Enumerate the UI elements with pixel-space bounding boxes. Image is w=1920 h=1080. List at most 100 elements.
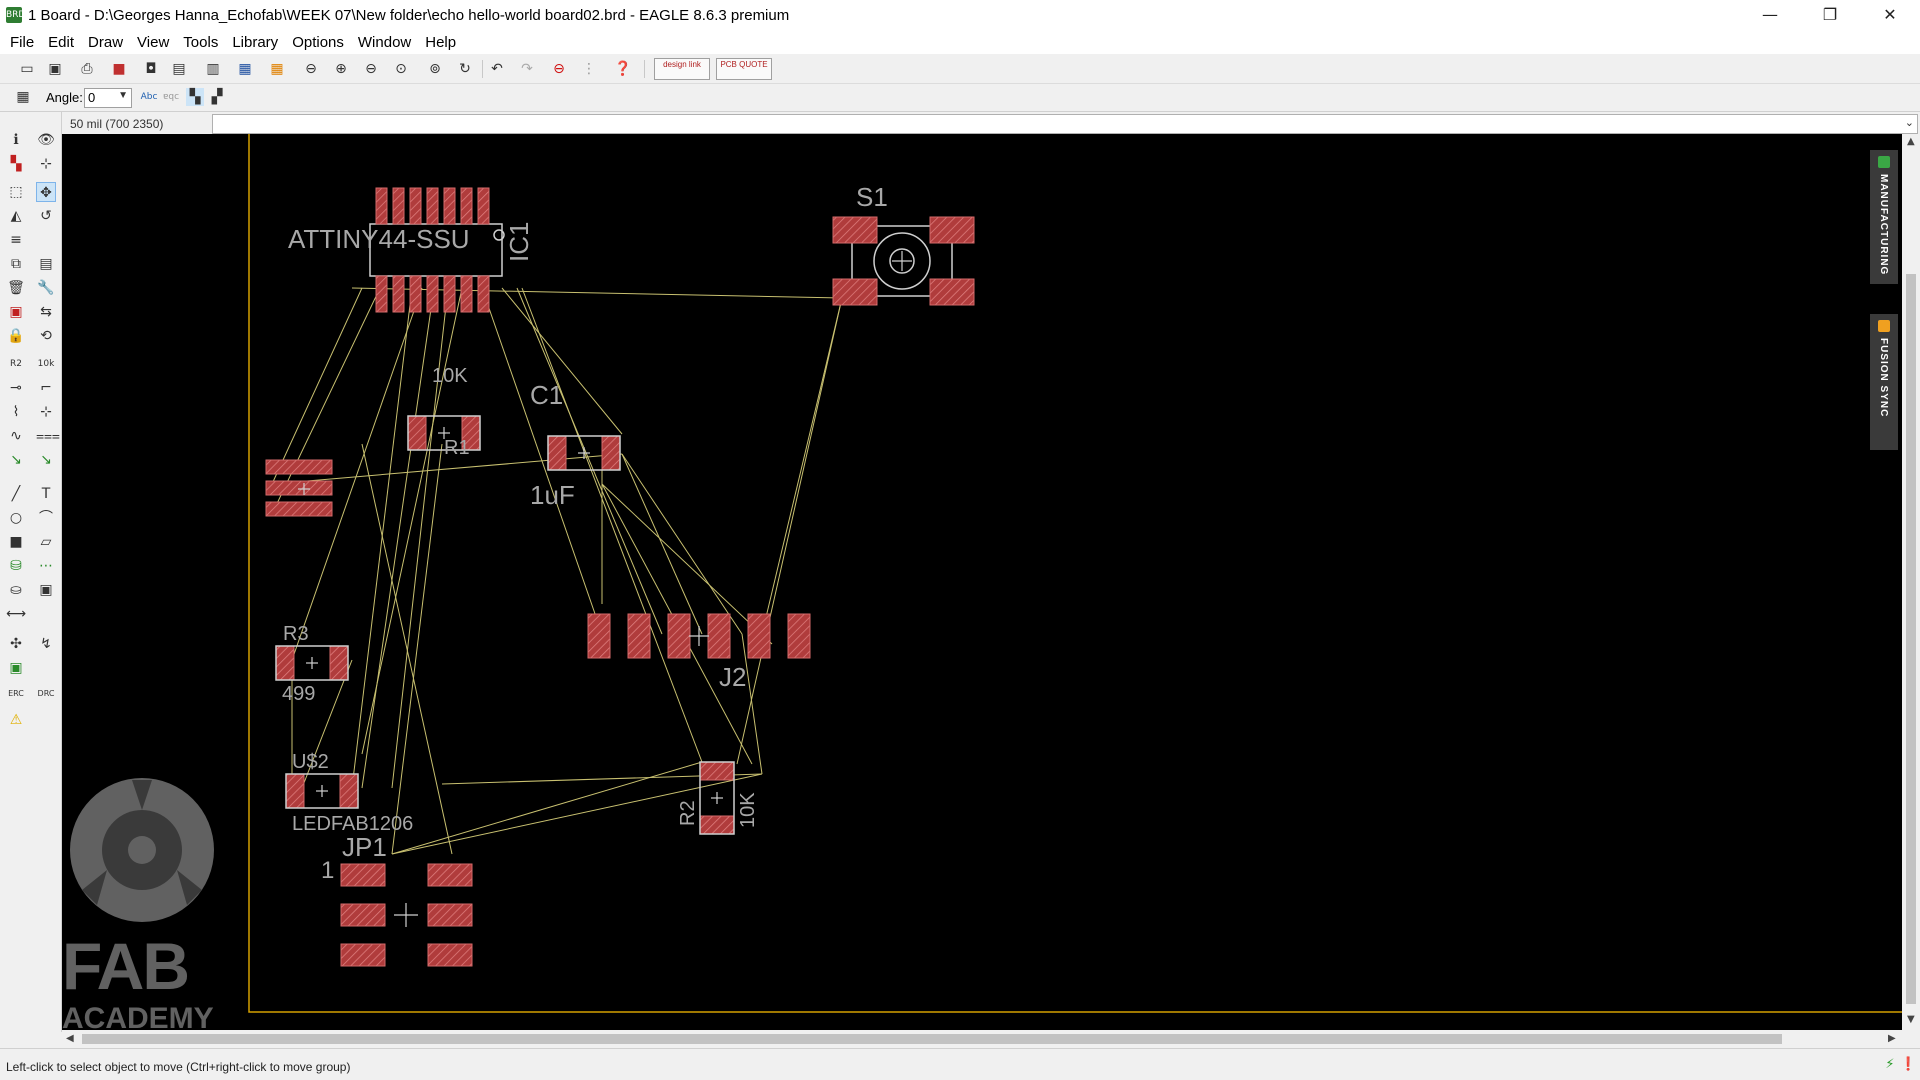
menu-edit[interactable]: Edit xyxy=(42,30,80,54)
scroll-left-icon[interactable]: ◀ xyxy=(66,1033,74,1044)
dimension-icon[interactable]: ⟷ xyxy=(6,604,26,624)
close-button[interactable]: ✕ xyxy=(1860,0,1920,30)
pcb-quote-button[interactable]: PCB QUOTE xyxy=(716,58,772,80)
board-canvas[interactable]: ATTINY44-SSU IC1 S1 10K R1 C1 1uF J2 R3 … xyxy=(62,134,1902,1030)
menu-file[interactable]: File xyxy=(4,30,40,54)
group-icon[interactable]: ⬚ xyxy=(6,182,26,202)
mirror-text-icon[interactable]: Abc xyxy=(140,88,158,106)
text-icon[interactable]: T xyxy=(36,484,56,504)
zoom-out-icon[interactable]: ⊖ xyxy=(362,60,380,78)
redo-icon[interactable]: ↷ xyxy=(518,60,536,78)
polygon-icon[interactable]: ▱ xyxy=(36,532,56,552)
via-icon[interactable]: ⛁ xyxy=(6,556,26,576)
menu-options[interactable]: Options xyxy=(286,30,350,54)
help-icon[interactable]: ❓ xyxy=(614,60,632,78)
zoom-area-icon[interactable]: ⊚ xyxy=(426,60,444,78)
drc-icon[interactable]: DRC xyxy=(36,684,56,704)
zoom-in-icon[interactable]: ⊕ xyxy=(332,60,350,78)
paste-icon[interactable]: ▤ xyxy=(36,254,56,274)
autorouter-icon[interactable]: ↯ xyxy=(36,634,56,654)
delete-icon[interactable]: 🗑 xyxy=(6,278,26,298)
c1-footprint[interactable]: C1 1uF xyxy=(530,380,621,510)
meander-icon[interactable]: ∿ xyxy=(6,426,26,446)
optimize-icon[interactable]: ⌇ xyxy=(6,402,26,422)
menu-tools[interactable]: Tools xyxy=(177,30,224,54)
rotate-icon[interactable]: ↺ xyxy=(36,206,56,226)
ripup-icon[interactable]: ⩶ xyxy=(36,426,60,446)
zoom-fit-icon[interactable]: ⊖ xyxy=(302,60,320,78)
grid-icon[interactable]: ▦ xyxy=(14,88,32,106)
menu-draw[interactable]: Draw xyxy=(82,30,129,54)
jp1-footprint[interactable]: JP1 1 xyxy=(321,832,473,967)
regulator-footprint[interactable] xyxy=(265,459,333,517)
route-multi-icon[interactable]: ↘ xyxy=(36,450,56,470)
r1-footprint[interactable]: 10K R1 xyxy=(407,365,481,459)
horizontal-scroll-thumb[interactable] xyxy=(82,1034,1782,1044)
route-icon[interactable]: ⊹ xyxy=(36,402,56,422)
open-schematic-icon[interactable]: ◘ xyxy=(142,60,160,78)
attribute-icon[interactable]: ▣ xyxy=(36,580,56,600)
erc-icon[interactable]: ERC xyxy=(6,684,26,704)
cam-processor-icon[interactable]: ■ xyxy=(110,60,128,78)
vertical-scrollbar[interactable]: ▲ ▼ xyxy=(1902,134,1920,1030)
horizontal-scrollbar[interactable]: ◀ ▶ xyxy=(62,1030,1902,1048)
save-icon[interactable]: ▣ xyxy=(46,60,64,78)
ic1-footprint[interactable]: ATTINY44-SSU IC1 xyxy=(288,187,534,313)
ulp-run-icon[interactable]: ▦ xyxy=(268,60,286,78)
fusion-sync-tab[interactable]: FUSION SYNC xyxy=(1870,314,1898,450)
align-icon[interactable]: ≡ xyxy=(6,230,26,250)
lock-icon[interactable]: 🔒 xyxy=(6,326,26,346)
alert-icon[interactable]: ❗ xyxy=(1900,1057,1916,1073)
mark-icon[interactable]: ⊹ xyxy=(36,154,56,174)
arc-icon[interactable]: ⌒ xyxy=(36,508,56,528)
route-manual-icon[interactable]: ↘ xyxy=(6,450,26,470)
drc-board-icon[interactable]: ▣ xyxy=(6,658,26,678)
mode-a-icon[interactable]: ▚ xyxy=(186,88,204,106)
change-icon[interactable]: 🔧 xyxy=(36,278,56,298)
go-icon[interactable]: ⋮ xyxy=(580,60,598,78)
value-icon[interactable]: 10k xyxy=(36,354,56,374)
menu-library[interactable]: Library xyxy=(226,30,284,54)
menu-help[interactable]: Help xyxy=(419,30,462,54)
design-link-button[interactable]: design link xyxy=(654,58,710,80)
lightning-icon[interactable]: ⚡ xyxy=(1882,1057,1898,1073)
scroll-down-icon[interactable]: ▼ xyxy=(1907,1014,1915,1025)
warning-icon[interactable]: ⚠ xyxy=(6,710,26,730)
add-icon[interactable]: ▣ xyxy=(6,302,26,322)
replace-icon[interactable]: ⇆ xyxy=(36,302,56,322)
open-icon[interactable]: ▭ xyxy=(18,60,36,78)
wire-icon[interactable]: ╱ xyxy=(6,484,26,504)
manufacturing-tab[interactable]: MANUFACTURING xyxy=(1870,150,1898,284)
display-layers-icon[interactable]: ▚ xyxy=(6,154,26,174)
j2-footprint[interactable]: J2 xyxy=(587,613,811,692)
menu-window[interactable]: Window xyxy=(352,30,417,54)
copy-icon[interactable]: ⧉ xyxy=(6,254,26,274)
signal-icon[interactable]: ⋯ xyxy=(36,556,56,576)
scroll-right-icon[interactable]: ▶ xyxy=(1888,1033,1896,1044)
restore-button[interactable]: ❐ xyxy=(1800,0,1860,30)
s1-footprint[interactable]: S1 xyxy=(832,182,975,306)
command-input[interactable]: ⌄ xyxy=(212,114,1918,134)
scroll-up-icon[interactable]: ▲ xyxy=(1907,136,1915,147)
script-icon[interactable]: ▥ xyxy=(204,60,222,78)
menu-view[interactable]: View xyxy=(131,30,175,54)
hole-icon[interactable]: ⛀ xyxy=(6,580,26,600)
split-icon[interactable]: ⊸ xyxy=(6,378,26,398)
stop-icon[interactable]: ⊖ xyxy=(550,60,568,78)
show-icon[interactable]: 👁 xyxy=(36,130,56,150)
undo-icon[interactable]: ↶ xyxy=(488,60,506,78)
chevron-down-icon[interactable]: ⌄ xyxy=(1905,116,1914,129)
miter-icon[interactable]: ⌐ xyxy=(36,378,56,398)
redraw-icon[interactable]: ↻ xyxy=(456,60,474,78)
led-footprint[interactable]: U$2 LEDFAB1206 xyxy=(285,751,413,835)
mode-b-icon[interactable]: ▞ xyxy=(208,88,226,106)
move-icon[interactable]: ✥ xyxy=(36,182,56,202)
name-icon[interactable]: R2 xyxy=(6,354,26,374)
smash-icon[interactable]: ⟲ xyxy=(36,326,56,346)
mirror-icon[interactable]: ◭ xyxy=(6,206,26,226)
vertical-scroll-thumb[interactable] xyxy=(1906,274,1916,1004)
info-icon[interactable]: ℹ xyxy=(6,130,26,150)
spin-text-icon[interactable]: ɐqc xyxy=(162,88,180,106)
scr-run-icon[interactable]: ▦ xyxy=(236,60,254,78)
ratsnest-icon[interactable]: ✣ xyxy=(6,634,26,654)
